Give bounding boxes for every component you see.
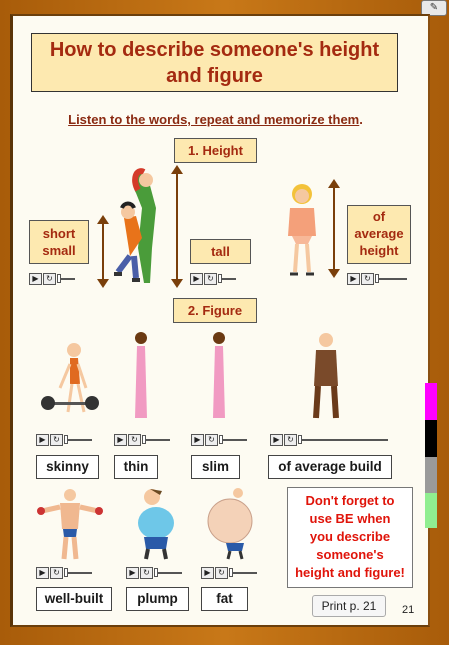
print-button[interactable]: Print p. 21 (312, 595, 386, 617)
audio-slider-handle[interactable] (154, 567, 158, 577)
height-arrow-tall (171, 165, 183, 288)
word-thin: thin (114, 455, 158, 479)
audio-player-skinny[interactable]: ▶ ↻ (36, 433, 92, 446)
fat-man-image (207, 488, 253, 560)
audio-player-slim[interactable]: ▶ ↻ (191, 433, 247, 446)
average-build-man-image (313, 333, 339, 419)
audio-slider-handle[interactable] (57, 273, 61, 283)
page-title: How to describe someone's height and fig… (31, 33, 398, 92)
word-tall: tall (190, 239, 251, 264)
word-short-small: short small (29, 220, 89, 264)
word-fat: fat (201, 587, 248, 611)
reminder-note: Don't forget to use BE when you describe… (287, 487, 413, 588)
audio-slider-handle[interactable] (375, 273, 379, 283)
slim-woman-image (213, 332, 225, 418)
side-tab-black[interactable] (425, 420, 437, 457)
replay-icon[interactable]: ↻ (204, 272, 217, 285)
word-well-built: well-built (36, 587, 112, 611)
play-icon[interactable]: ▶ (191, 433, 204, 446)
audio-player-short[interactable]: ▶ ↻ (29, 272, 75, 285)
short-and-tall-couple-image (114, 168, 156, 283)
replay-icon[interactable]: ↻ (140, 566, 153, 579)
replay-icon[interactable]: ↻ (50, 433, 63, 446)
play-icon[interactable]: ▶ (114, 433, 127, 446)
replay-icon[interactable]: ↻ (284, 433, 297, 446)
replay-icon[interactable]: ↻ (205, 433, 218, 446)
word-skinny: skinny (36, 455, 99, 479)
audio-slider-handle[interactable] (64, 434, 68, 444)
word-plump: plump (126, 587, 189, 611)
skinny-man-lifting-weights-image (41, 343, 99, 413)
play-icon[interactable]: ▶ (36, 566, 49, 579)
page-number: 21 (402, 604, 415, 616)
plump-man-image (138, 489, 174, 560)
instruction-text: Listen to the words, repeat and memorize… (68, 112, 363, 127)
replay-icon[interactable]: ↻ (50, 566, 63, 579)
audio-slider-handle[interactable] (298, 434, 302, 444)
audio-player-tall[interactable]: ▶ ↻ (190, 272, 236, 285)
play-icon[interactable]: ▶ (126, 566, 139, 579)
word-of-average-build: of average build (268, 455, 392, 479)
play-icon[interactable]: ▶ (29, 272, 42, 285)
audio-slider-handle[interactable] (64, 567, 68, 577)
replay-icon[interactable]: ↻ (361, 272, 374, 285)
audio-player-fat[interactable]: ▶ ↻ (201, 566, 257, 579)
well-built-man-image (37, 489, 103, 560)
section-figure-heading: 2. Figure (173, 298, 257, 323)
audio-slider-handle[interactable] (219, 434, 223, 444)
replay-icon[interactable]: ↻ (128, 433, 141, 446)
audio-player-average-height[interactable]: ▶ ↻ (347, 272, 407, 285)
play-icon[interactable]: ▶ (190, 272, 203, 285)
height-arrow-average (328, 179, 340, 278)
word-slim: slim (191, 455, 240, 479)
side-tab-green[interactable] (425, 493, 437, 528)
audio-player-thin[interactable]: ▶ ↻ (114, 433, 170, 446)
audio-slider-handle[interactable] (229, 567, 233, 577)
play-icon[interactable]: ▶ (201, 566, 214, 579)
section-height-heading: 1. Height (174, 138, 257, 163)
audio-slider-handle[interactable] (142, 434, 146, 444)
play-icon[interactable]: ▶ (36, 433, 49, 446)
play-icon[interactable]: ▶ (270, 433, 283, 446)
replay-icon[interactable]: ↻ (215, 566, 228, 579)
replay-icon[interactable]: ↻ (43, 272, 56, 285)
word-average-height: of average height (347, 205, 411, 264)
audio-player-well-built[interactable]: ▶ ↻ (36, 566, 92, 579)
audio-slider-handle[interactable] (218, 273, 222, 283)
thin-woman-image (135, 332, 147, 418)
side-tab-magenta[interactable] (425, 383, 437, 420)
side-tab-gray[interactable] (425, 457, 437, 493)
audio-player-average-build[interactable]: ▶ ↻ (270, 433, 388, 446)
average-height-woman-image (288, 184, 316, 276)
play-icon[interactable]: ▶ (347, 272, 360, 285)
height-arrow-short (97, 215, 109, 288)
audio-player-plump[interactable]: ▶ ↻ (126, 566, 182, 579)
